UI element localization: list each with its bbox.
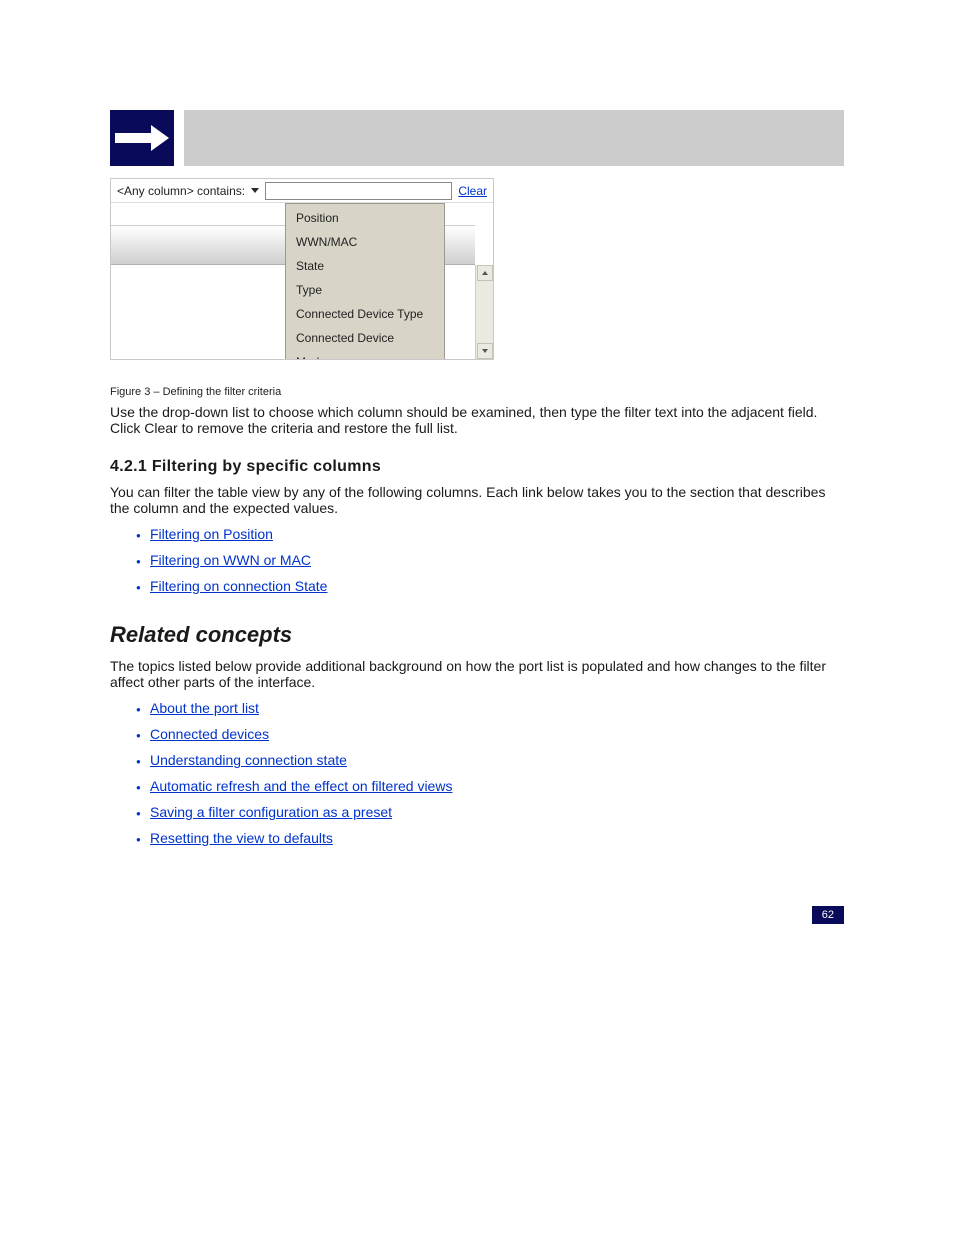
scrollbar[interactable] — [475, 265, 493, 359]
page-number: 62 — [812, 906, 844, 924]
filter-input[interactable] — [265, 182, 452, 200]
intro-paragraph: Use the drop-down list to choose which c… — [110, 404, 844, 436]
dropdown-item-cdt[interactable]: Connected Device Type — [286, 302, 444, 326]
dropdown-item-wwnmac[interactable]: WWN/MAC — [286, 230, 444, 254]
list-item[interactable]: ●Resetting the view to defaults — [136, 830, 844, 846]
heading-filter: 4.2.1 Filtering by specific columns — [110, 458, 844, 476]
heading-related: Related concepts — [110, 622, 844, 648]
figure-caption: Figure 3 – Defining the filter criteria — [110, 386, 844, 398]
list-item[interactable]: ●Automatic refresh and the effect on fil… — [136, 778, 844, 794]
list-item[interactable]: ●Filtering on WWN or MAC — [136, 552, 844, 568]
chevron-down-icon[interactable] — [251, 188, 259, 193]
filter-links-list: ●Filtering on Position ●Filtering on WWN… — [136, 526, 844, 594]
filter-label: <Any column> contains: — [117, 184, 245, 198]
dropdown-item-position[interactable]: Position — [286, 206, 444, 230]
list-item[interactable]: ●Filtering on connection State — [136, 578, 844, 594]
scroll-down-icon[interactable] — [477, 343, 493, 359]
column-dropdown[interactable]: Position WWN/MAC State Type Connected De… — [285, 203, 445, 359]
dropdown-item-mode[interactable]: Mode — [286, 350, 444, 359]
clear-link[interactable]: Clear — [458, 184, 487, 198]
dropdown-item-state[interactable]: State — [286, 254, 444, 278]
related-paragraph: The topics listed below provide addition… — [110, 658, 844, 690]
scroll-up-icon[interactable] — [477, 265, 493, 281]
dropdown-item-cd[interactable]: Connected Device — [286, 326, 444, 350]
dropdown-item-type[interactable]: Type — [286, 278, 444, 302]
list-item[interactable]: ●About the port list — [136, 700, 844, 716]
list-item[interactable]: ●Saving a filter configuration as a pres… — [136, 804, 844, 820]
note-banner — [184, 110, 844, 166]
list-item[interactable]: ●Connected devices — [136, 726, 844, 742]
filter-screenshot: <Any column> contains: Clear Position WW… — [110, 178, 494, 360]
note-arrow-icon — [110, 110, 174, 166]
list-item[interactable]: ●Understanding connection state — [136, 752, 844, 768]
related-links-list: ●About the port list ●Connected devices … — [136, 700, 844, 846]
filter-paragraph: You can filter the table view by any of … — [110, 484, 844, 516]
list-item[interactable]: ●Filtering on Position — [136, 526, 844, 542]
